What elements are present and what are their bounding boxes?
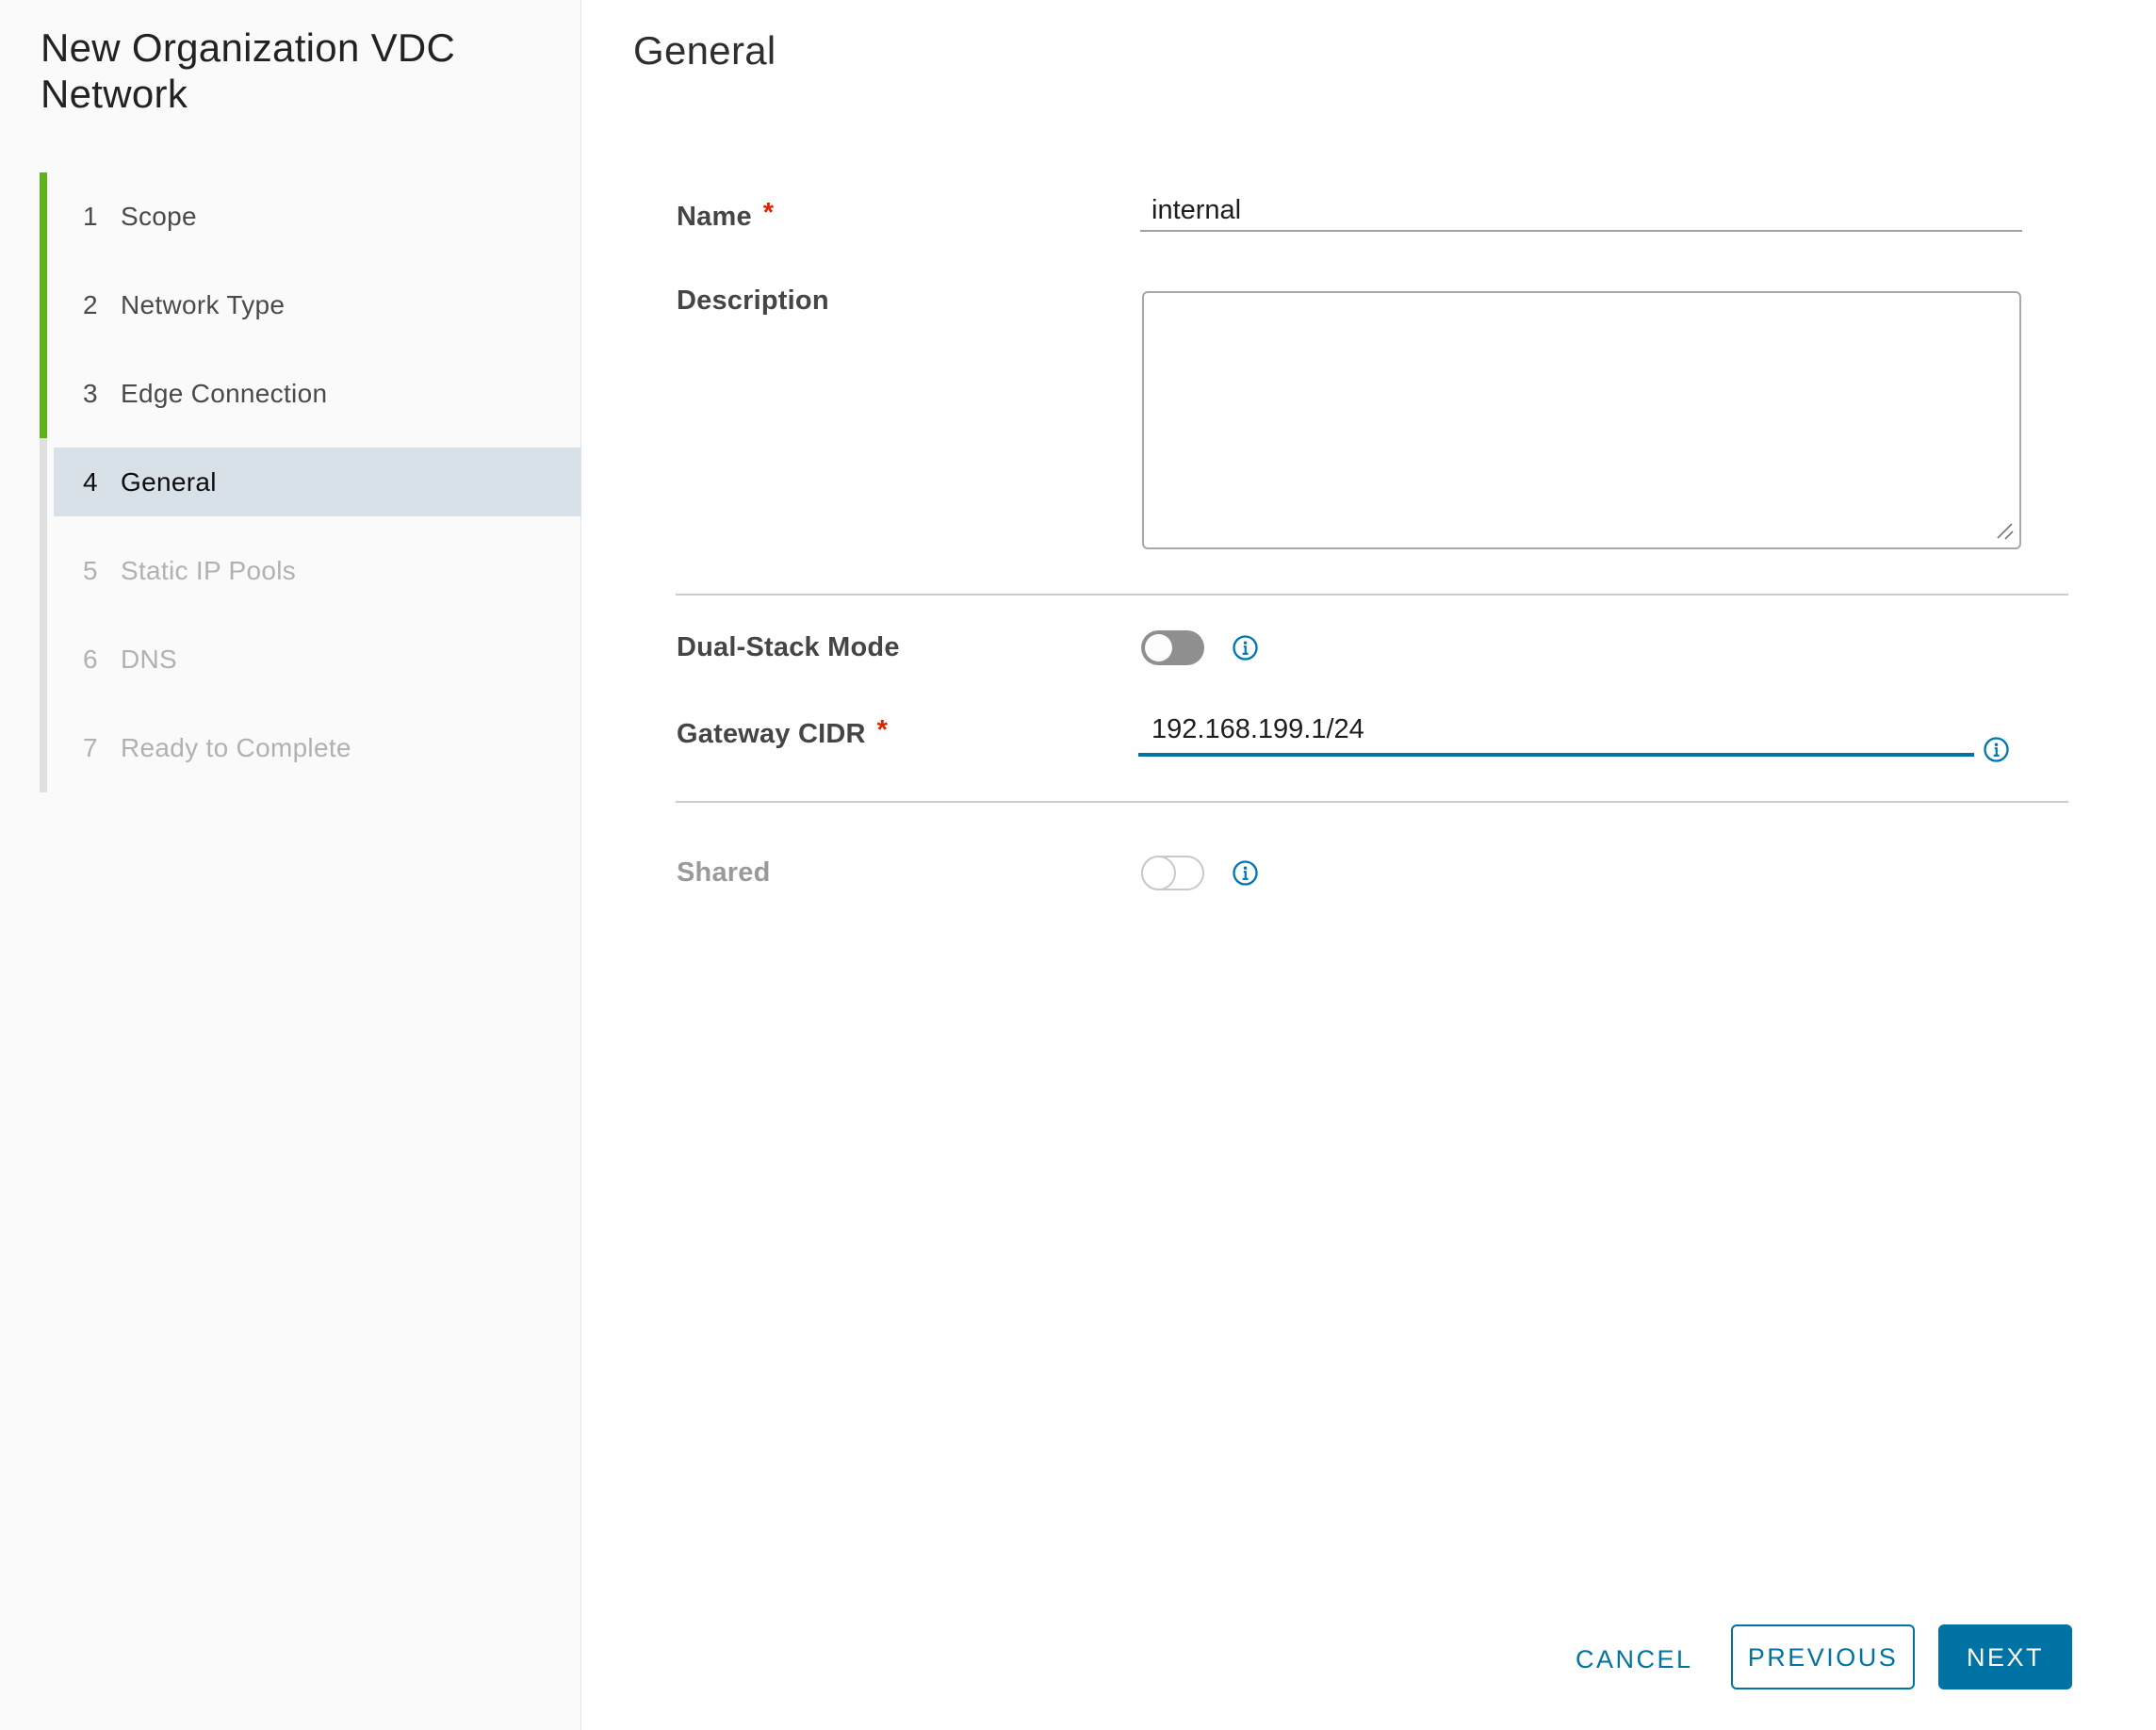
gateway-cidr-input[interactable] [1138,713,1974,757]
step-general-active[interactable]: 4 General [0,438,581,527]
toggle-knob [1141,856,1176,890]
step-number: 1 [83,202,98,231]
description-label: Description [677,286,829,316]
info-icon[interactable] [1231,633,1260,662]
description-textarea[interactable] [1142,291,2021,549]
step-static-ip-pools: 5 Static IP Pools [0,527,581,615]
section-divider [676,594,2068,596]
step-scope[interactable]: 1 Scope [0,172,581,261]
required-marker: * [876,715,889,745]
name-input[interactable] [1140,194,2022,232]
step-label: Network Type [121,290,286,319]
step-label: Static IP Pools [121,556,297,585]
gateway-cidr-label: Gateway CIDR * [677,715,889,749]
name-label: Name * [677,198,775,232]
step-ready-to-complete: 7 Ready to Complete [0,704,581,792]
step-number: 6 [83,645,98,674]
shared-label: Shared [677,857,771,888]
required-marker: * [762,198,775,228]
section-divider [676,801,2068,803]
step-label: DNS [121,645,178,674]
step-network-type[interactable]: 2 Network Type [0,261,581,350]
step-edge-connection[interactable]: 3 Edge Connection [0,350,581,438]
info-icon[interactable] [1231,858,1260,888]
step-number: 4 [83,467,98,497]
dual-stack-toggle-off[interactable] [1141,630,1204,665]
previous-button[interactable]: PREVIOUS [1731,1624,1915,1689]
toggle-knob [1145,634,1172,661]
step-dns: 6 DNS [0,615,581,704]
step-label: Ready to Complete [121,733,351,762]
shared-toggle-disabled [1141,856,1204,890]
wizard-sidebar: New Organization VDC Network 1 Scope 2 N… [0,0,581,1730]
new-org-vdc-network-wizard: New Organization VDC Network 1 Scope 2 N… [0,0,2156,1730]
step-number: 5 [83,556,98,585]
cancel-button[interactable]: CANCEL [1570,1645,1692,1673]
step-number: 7 [83,733,98,762]
step-label: General [121,467,217,497]
step-label: Scope [121,202,197,231]
next-button[interactable]: NEXT [1938,1624,2072,1689]
resize-handle-icon[interactable] [1994,520,2015,541]
step-number: 3 [83,379,98,408]
info-icon[interactable] [1982,735,2011,764]
wizard-title: New Organization VDC Network [41,25,456,117]
step-label: Edge Connection [121,379,328,408]
dual-stack-mode-label: Dual-Stack Mode [677,632,900,662]
page-title: General [633,28,776,73]
step-number: 2 [83,290,98,319]
